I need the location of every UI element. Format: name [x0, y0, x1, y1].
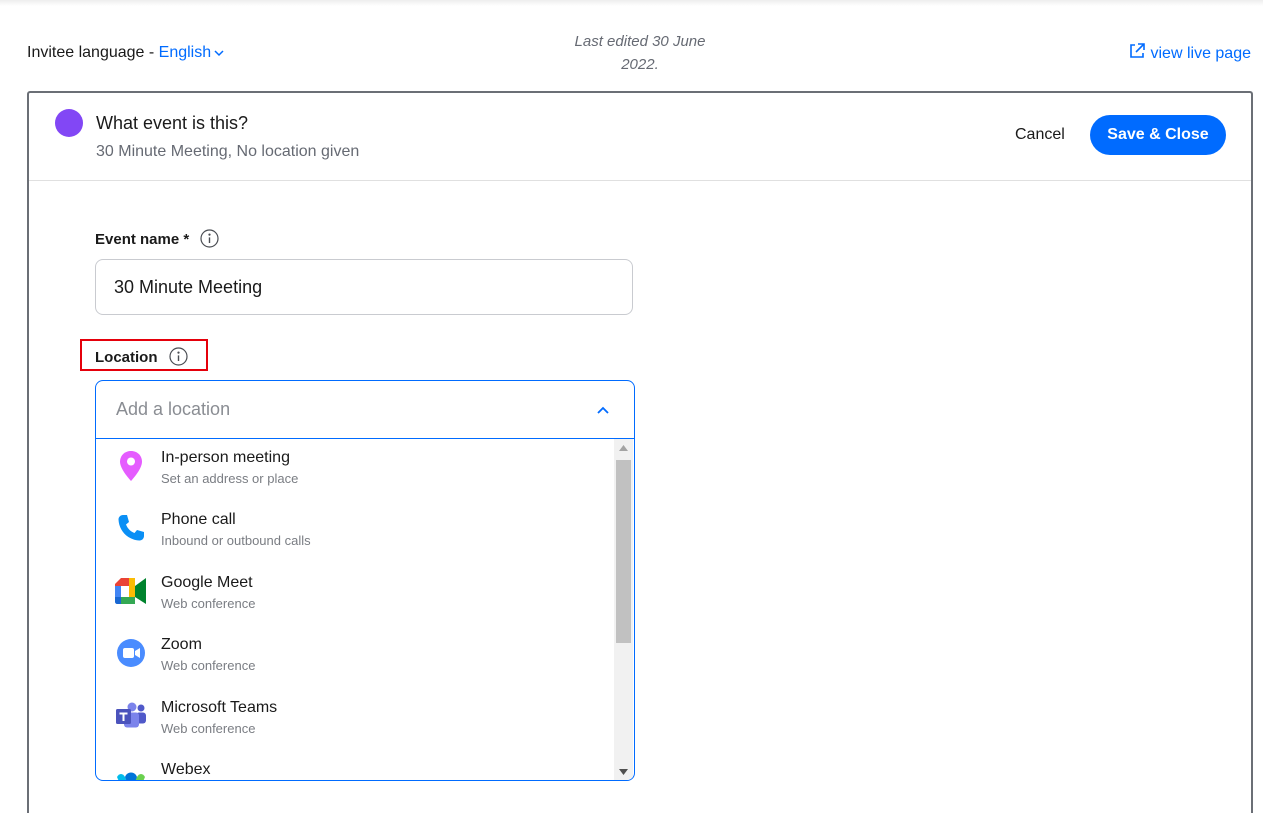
event-color-dot: [55, 109, 83, 137]
view-live-page-link[interactable]: view live page: [1128, 42, 1252, 63]
location-option-google-meet[interactable]: Google Meet Web conference: [96, 564, 613, 626]
option-title: Zoom: [161, 636, 202, 653]
event-edit-panel: What event is this? 30 Minute Meeting, N…: [27, 91, 1253, 813]
location-option-webex[interactable]: Webex: [96, 751, 613, 780]
last-edited-text: Last edited 30 June 2022.: [574, 33, 706, 73]
top-bar-shadow: [0, 0, 1263, 6]
external-link-icon: [1129, 43, 1145, 58]
zoom-icon: [114, 636, 148, 670]
option-description: Web conference: [161, 596, 256, 611]
option-title: Webex: [161, 761, 211, 778]
location-dropdown: Add a location In-person meeting Set an …: [95, 380, 635, 781]
chevron-up-icon: [597, 406, 609, 414]
location-select[interactable]: Add a location: [96, 381, 634, 439]
option-description: Inbound or outbound calls: [161, 533, 311, 548]
event-name-input[interactable]: 30 Minute Meeting: [95, 259, 633, 315]
cancel-button[interactable]: Cancel: [1015, 126, 1065, 144]
dropdown-scrollbar[interactable]: [614, 439, 633, 780]
panel-title: What event is this?: [96, 113, 249, 133]
phone-icon: [114, 511, 148, 545]
invitee-language-value: English: [158, 44, 212, 61]
location-option-microsoft-teams[interactable]: Microsoft Teams Web conference: [96, 689, 613, 751]
scroll-up-arrow-icon[interactable]: [614, 439, 633, 456]
location-placeholder: Add a location: [116, 399, 231, 419]
save-close-button[interactable]: Save & Close: [1090, 115, 1226, 155]
location-label-row: Location: [95, 347, 188, 366]
option-title: Microsoft Teams: [161, 699, 278, 716]
invitee-language-label: Invitee language -: [27, 44, 159, 61]
option-description: Web conference: [161, 721, 256, 736]
option-description: Web conference: [161, 658, 256, 673]
option-title: In-person meeting: [161, 449, 290, 466]
event-name-label-row: Event name *: [95, 229, 219, 248]
scrollbar-thumb[interactable]: [616, 460, 631, 643]
option-title: Google Meet: [161, 574, 253, 591]
event-name-value: 30 Minute Meeting: [114, 276, 263, 297]
invitee-language: Invitee language - English: [27, 44, 225, 62]
panel-subtitle: 30 Minute Meeting, No location given: [96, 143, 360, 160]
view-live-page-label: view live page: [1150, 45, 1252, 62]
chevron-down-icon: [214, 50, 224, 56]
location-options-list: In-person meeting Set an address or plac…: [96, 439, 613, 780]
location-label: Location: [95, 349, 158, 366]
event-name-label: Event name *: [95, 231, 190, 248]
info-icon[interactable]: [169, 347, 188, 366]
panel-header: What event is this? 30 Minute Meeting, N…: [29, 93, 1251, 181]
google-meet-icon: [114, 574, 148, 608]
option-description: Set an address or place: [161, 471, 299, 486]
webex-icon: [114, 761, 148, 780]
scroll-down-arrow-icon[interactable]: [614, 763, 633, 780]
microsoft-teams-icon: [114, 699, 148, 733]
location-option-zoom[interactable]: Zoom Web conference: [96, 626, 613, 688]
location-option-phone[interactable]: Phone call Inbound or outbound calls: [96, 501, 613, 563]
location-option-in-person[interactable]: In-person meeting Set an address or plac…: [96, 439, 613, 501]
invitee-language-select[interactable]: English: [159, 44, 225, 61]
map-pin-icon: [114, 449, 148, 483]
info-icon[interactable]: [200, 229, 219, 248]
option-title: Phone call: [161, 511, 236, 528]
